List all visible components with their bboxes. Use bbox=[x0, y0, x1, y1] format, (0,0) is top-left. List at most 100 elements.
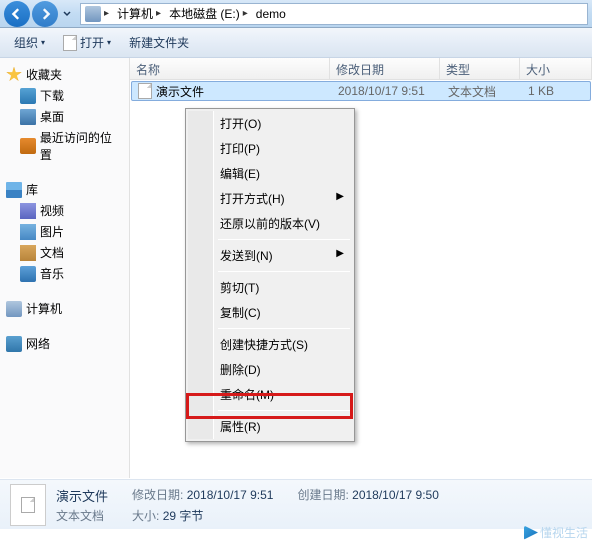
menu-restore-previous[interactable]: 还原以前的版本(V) bbox=[188, 211, 352, 236]
breadcrumb-folder[interactable]: demo bbox=[252, 4, 290, 24]
details-size-label: 大小: bbox=[132, 509, 159, 523]
sidebar-item-label: 下载 bbox=[40, 87, 64, 104]
watermark-logo-icon bbox=[524, 526, 538, 540]
menu-separator bbox=[218, 271, 350, 272]
column-type[interactable]: 类型 bbox=[440, 58, 520, 79]
menu-separator bbox=[218, 328, 350, 329]
sidebar-item-label: 文档 bbox=[40, 244, 64, 261]
file-type: 文本文档 bbox=[448, 83, 496, 100]
sidebar-item-label: 图片 bbox=[40, 223, 64, 240]
sidebar-item-label: 桌面 bbox=[40, 108, 64, 125]
nav-buttons bbox=[4, 1, 74, 27]
menu-cut[interactable]: 剪切(T) bbox=[188, 275, 352, 300]
file-icon bbox=[63, 35, 77, 51]
desktop-icon bbox=[20, 109, 36, 125]
menu-create-shortcut[interactable]: 创建快捷方式(S) bbox=[188, 332, 352, 357]
details-created-value: 2018/10/17 9:50 bbox=[352, 488, 439, 502]
sidebar-item-label: 音乐 bbox=[40, 265, 64, 282]
column-name[interactable]: 名称 bbox=[130, 58, 330, 79]
watermark-text: 懂视生活 bbox=[540, 524, 588, 541]
column-size[interactable]: 大小 bbox=[520, 58, 592, 79]
toolbar-label: 组织 bbox=[14, 34, 38, 51]
menu-delete[interactable]: 删除(D) bbox=[188, 357, 352, 382]
menu-open-with[interactable]: 打开方式(H)▶ bbox=[188, 186, 352, 211]
sidebar-network[interactable]: 网络 bbox=[2, 333, 127, 354]
breadcrumb-separator-icon: ▸ bbox=[156, 8, 161, 19]
library-icon bbox=[6, 182, 22, 198]
sidebar-label: 网络 bbox=[26, 335, 50, 352]
breadcrumb-separator-icon: ▸ bbox=[104, 8, 109, 19]
toolbar-label: 新建文件夹 bbox=[129, 34, 189, 51]
submenu-arrow-icon: ▶ bbox=[336, 248, 344, 259]
video-icon bbox=[20, 203, 36, 219]
sidebar-label: 计算机 bbox=[26, 300, 62, 317]
submenu-arrow-icon: ▶ bbox=[336, 191, 344, 202]
menu-separator bbox=[218, 410, 350, 411]
sidebar-favorites[interactable]: 收藏夹 bbox=[2, 64, 127, 85]
sidebar-item-downloads[interactable]: 下载 bbox=[2, 85, 127, 106]
file-name: 演示文件 bbox=[156, 83, 204, 100]
watermark: 懂视生活 bbox=[524, 524, 588, 541]
download-icon bbox=[20, 88, 36, 104]
details-size-value: 29 字节 bbox=[163, 509, 204, 523]
details-type: 文本文档 bbox=[56, 507, 108, 524]
column-headers: 名称 修改日期 类型 大小 bbox=[130, 58, 592, 80]
details-modified-value: 2018/10/17 9:51 bbox=[187, 488, 274, 502]
back-button[interactable] bbox=[4, 1, 30, 27]
chevron-down-icon: ▾ bbox=[107, 38, 111, 47]
breadcrumb-separator-icon: ▸ bbox=[243, 8, 248, 19]
network-icon bbox=[6, 336, 22, 352]
picture-icon bbox=[20, 224, 36, 240]
file-icon bbox=[21, 497, 35, 513]
sidebar-item-desktop[interactable]: 桌面 bbox=[2, 106, 127, 127]
sidebar-label: 库 bbox=[26, 181, 38, 198]
star-icon bbox=[6, 67, 22, 83]
open-button[interactable]: 打开 ▾ bbox=[55, 31, 119, 54]
sidebar-item-music[interactable]: 音乐 bbox=[2, 263, 127, 284]
recent-icon bbox=[20, 138, 36, 154]
organize-button[interactable]: 组织 ▾ bbox=[6, 31, 53, 54]
details-modified-label: 修改日期: bbox=[132, 488, 183, 502]
sidebar-item-recent[interactable]: 最近访问的位置 bbox=[2, 127, 127, 165]
breadcrumb-label: 本地磁盘 (E:) bbox=[169, 5, 240, 22]
music-icon bbox=[20, 266, 36, 282]
chevron-down-icon: ▾ bbox=[41, 38, 45, 47]
file-size: 1 KB bbox=[528, 84, 554, 98]
sidebar-label: 收藏夹 bbox=[26, 66, 62, 83]
breadcrumb-label: demo bbox=[256, 7, 286, 21]
computer-icon bbox=[6, 301, 22, 317]
nav-history-dropdown[interactable] bbox=[60, 1, 74, 27]
menu-open[interactable]: 打开(O) bbox=[188, 111, 352, 136]
forward-button[interactable] bbox=[32, 1, 58, 27]
toolbar-label: 打开 bbox=[80, 34, 104, 51]
sidebar-item-pictures[interactable]: 图片 bbox=[2, 221, 127, 242]
file-date: 2018/10/17 9:51 bbox=[338, 84, 425, 98]
menu-rename[interactable]: 重命名(M) bbox=[188, 382, 352, 407]
titlebar: ▸ 计算机 ▸ 本地磁盘 (E:) ▸ demo bbox=[0, 0, 592, 28]
sidebar-libraries[interactable]: 库 bbox=[2, 179, 127, 200]
toolbar: 组织 ▾ 打开 ▾ 新建文件夹 bbox=[0, 28, 592, 58]
breadcrumb-drive[interactable]: 本地磁盘 (E:) ▸ bbox=[165, 4, 252, 24]
new-folder-button[interactable]: 新建文件夹 bbox=[121, 31, 197, 54]
menu-copy[interactable]: 复制(C) bbox=[188, 300, 352, 325]
breadcrumb-computer[interactable]: 计算机 ▸ bbox=[113, 4, 165, 24]
menu-edit[interactable]: 编辑(E) bbox=[188, 161, 352, 186]
sidebar-item-videos[interactable]: 视频 bbox=[2, 200, 127, 221]
sidebar: 收藏夹 下载 桌面 最近访问的位置 库 视频 图片 文档 音乐 计算机 bbox=[0, 58, 130, 478]
file-thumbnail bbox=[10, 484, 46, 526]
sidebar-item-label: 视频 bbox=[40, 202, 64, 219]
address-bar[interactable]: ▸ 计算机 ▸ 本地磁盘 (E:) ▸ demo bbox=[80, 3, 588, 25]
sidebar-item-documents[interactable]: 文档 bbox=[2, 242, 127, 263]
column-date[interactable]: 修改日期 bbox=[330, 58, 440, 79]
menu-send-to[interactable]: 发送到(N)▶ bbox=[188, 243, 352, 268]
sidebar-computer[interactable]: 计算机 bbox=[2, 298, 127, 319]
details-created-label: 创建日期: bbox=[297, 488, 348, 502]
sidebar-item-label: 最近访问的位置 bbox=[40, 129, 123, 163]
file-row[interactable]: 演示文件 2018/10/17 9:51 文本文档 1 KB bbox=[131, 81, 591, 101]
computer-icon bbox=[85, 6, 101, 22]
breadcrumb-root[interactable]: ▸ bbox=[81, 4, 113, 24]
menu-properties[interactable]: 属性(R) bbox=[188, 414, 352, 439]
menu-print[interactable]: 打印(P) bbox=[188, 136, 352, 161]
chevron-down-icon bbox=[63, 10, 71, 18]
arrow-left-icon bbox=[11, 8, 23, 20]
